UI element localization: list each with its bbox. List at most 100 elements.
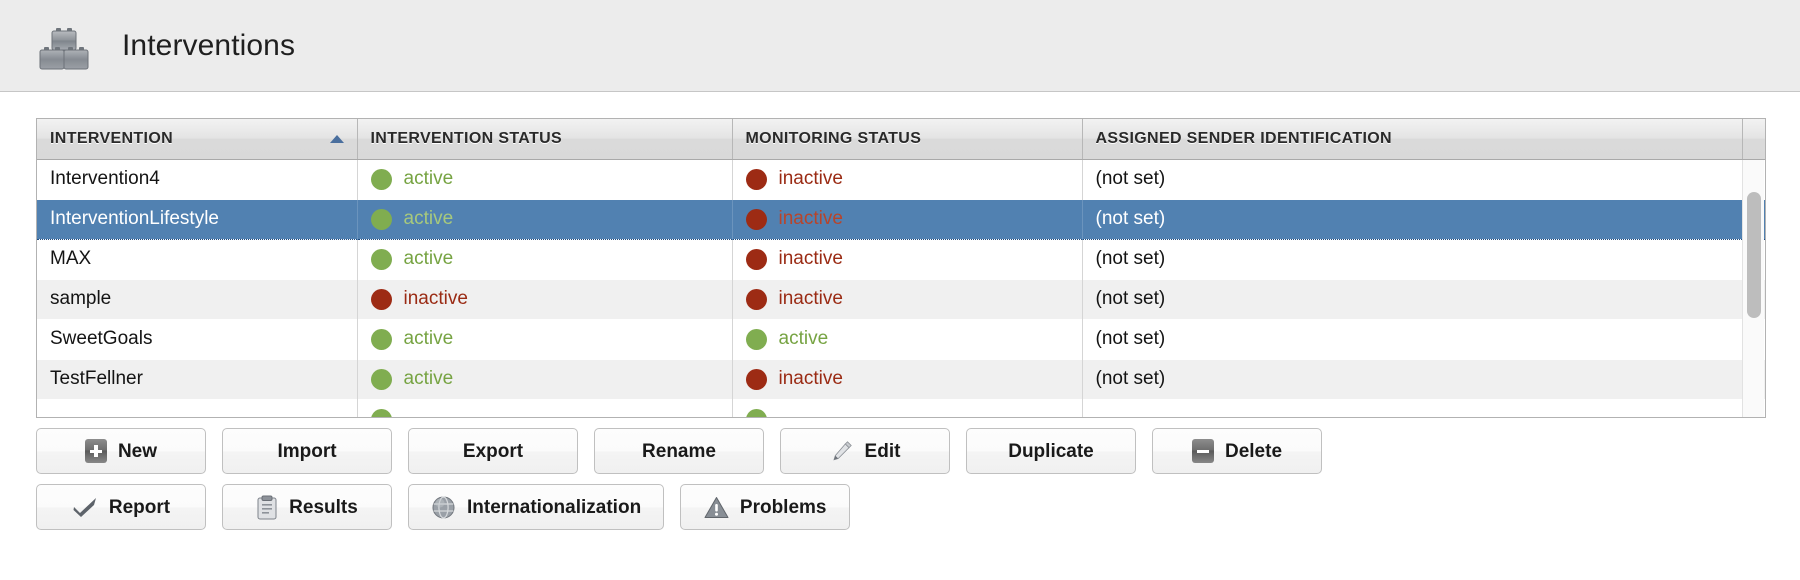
table-vertical-scrollbar[interactable] xyxy=(1742,160,1764,417)
cell-monitoring-status: inactive xyxy=(732,279,1082,319)
blocks-icon xyxy=(36,20,92,72)
cell-assigned-sender-identification: (not set) xyxy=(1082,359,1742,399)
button-label: Report xyxy=(109,498,170,517)
import-button[interactable]: Import xyxy=(222,428,392,474)
cell-intervention-status: active xyxy=(357,239,732,279)
cell-intervention: MAX xyxy=(37,239,357,279)
status-dot-icon xyxy=(746,329,767,350)
edit-button[interactable]: Edit xyxy=(780,428,950,474)
status-label: active xyxy=(404,328,454,350)
page-title: Interventions xyxy=(122,31,295,61)
cell-monitoring-status: inactive xyxy=(732,159,1082,199)
status-indicator: active xyxy=(371,200,732,239)
column-header-label: MONITORING STATUS xyxy=(746,130,922,147)
status-label: inactive xyxy=(779,368,843,390)
cell-monitoring-status xyxy=(732,399,1082,418)
export-button[interactable]: Export xyxy=(408,428,578,474)
status-label: inactive xyxy=(404,288,468,310)
status-label: inactive xyxy=(779,248,843,270)
status-indicator: inactive xyxy=(746,360,1082,399)
table-row[interactable]: TestFellner active inactive (not set) xyxy=(37,359,1765,399)
button-label: Delete xyxy=(1225,442,1282,461)
cell-intervention: SweetGoals xyxy=(37,319,357,359)
status-dot-icon xyxy=(371,169,392,190)
duplicate-button[interactable]: Duplicate xyxy=(966,428,1136,474)
button-label: Problems xyxy=(740,498,827,517)
status-indicator: inactive xyxy=(371,280,732,319)
cell-intervention xyxy=(37,399,357,418)
cell-intervention: sample xyxy=(37,279,357,319)
interventions-table: INTERVENTION INTERVENTION STATUS MONITOR… xyxy=(37,119,1766,418)
column-header-intervention[interactable]: INTERVENTION xyxy=(37,119,357,159)
status-dot-icon xyxy=(746,209,767,230)
warning-triangle-icon xyxy=(704,496,729,519)
status-indicator: inactive xyxy=(746,280,1082,319)
table-header-row: INTERVENTION INTERVENTION STATUS MONITOR… xyxy=(37,119,1765,159)
button-label: Rename xyxy=(642,442,716,461)
cell-monitoring-status: inactive xyxy=(732,359,1082,399)
status-label: active xyxy=(779,328,829,350)
checkmark-icon xyxy=(72,496,98,518)
status-indicator: active xyxy=(371,240,732,279)
cell-intervention-status: active xyxy=(357,159,732,199)
action-button-row-secondary: Report Results Internationalization Problem… xyxy=(36,484,866,530)
cell-intervention-status: active xyxy=(357,319,732,359)
status-indicator xyxy=(746,400,1082,419)
status-indicator: inactive xyxy=(746,160,1082,199)
status-label: inactive xyxy=(779,208,843,230)
cell-monitoring-status: inactive xyxy=(732,199,1082,239)
clipboard-icon xyxy=(256,495,278,520)
cell-assigned-sender-identification: (not set) xyxy=(1082,319,1742,359)
status-dot-icon xyxy=(371,369,392,390)
cell-intervention-status xyxy=(357,399,732,418)
status-indicator: active xyxy=(746,320,1082,359)
cell-assigned-sender-identification: (not set) xyxy=(1082,239,1742,279)
status-label: active xyxy=(404,248,454,270)
button-label: New xyxy=(118,442,157,461)
status-indicator: inactive xyxy=(746,200,1082,239)
button-label: Export xyxy=(463,442,523,461)
delete-button[interactable]: Delete xyxy=(1152,428,1322,474)
cell-monitoring-status: inactive xyxy=(732,239,1082,279)
column-header-label: INTERVENTION STATUS xyxy=(371,130,563,147)
results-button[interactable]: Results xyxy=(222,484,392,530)
status-dot-icon xyxy=(371,249,392,270)
cell-intervention-status: inactive xyxy=(357,279,732,319)
table-row[interactable]: sample inactive inactive (not set) xyxy=(37,279,1765,319)
column-header-intervention-status[interactable]: INTERVENTION STATUS xyxy=(357,119,732,159)
column-header-assigned-sender-identification[interactable]: ASSIGNED SENDER IDENTIFICATION xyxy=(1082,119,1742,159)
problems-button[interactable]: Problems xyxy=(680,484,850,530)
table-row[interactable]: MAX active inactive (not set) xyxy=(37,239,1765,279)
column-header-spacer xyxy=(1742,119,1765,159)
column-header-label: INTERVENTION xyxy=(50,130,173,147)
cell-monitoring-status: active xyxy=(732,319,1082,359)
status-dot-icon xyxy=(746,369,767,390)
cell-assigned-sender-identification: (not set) xyxy=(1082,199,1742,239)
cell-assigned-sender-identification: (not set) xyxy=(1082,279,1742,319)
table-row[interactable]: InterventionLifestyleactiveinactive(not … xyxy=(37,199,1765,239)
table-row[interactable]: Intervention4activeinactive(not set) xyxy=(37,159,1765,199)
scrollbar-thumb[interactable] xyxy=(1747,192,1761,318)
status-label: inactive xyxy=(779,288,843,310)
table-body: Intervention4activeinactive(not set)Inte… xyxy=(37,159,1765,418)
cell-intervention: TestFellner xyxy=(37,359,357,399)
button-label: Duplicate xyxy=(1008,442,1094,461)
status-dot-icon xyxy=(746,409,767,419)
report-button[interactable]: Report xyxy=(36,484,206,530)
status-indicator: active xyxy=(371,320,732,359)
status-indicator xyxy=(371,400,732,419)
column-header-monitoring-status[interactable]: MONITORING STATUS xyxy=(732,119,1082,159)
page-header: Interventions xyxy=(0,0,1800,92)
button-label: Import xyxy=(277,442,336,461)
status-indicator: active xyxy=(371,360,732,399)
status-dot-icon xyxy=(746,249,767,270)
table-row[interactable]: SweetGoals active active (not set) xyxy=(37,319,1765,359)
cell-assigned-sender-identification: (not set) xyxy=(1082,159,1742,199)
rename-button[interactable]: Rename xyxy=(594,428,764,474)
table-row[interactable] xyxy=(37,399,1765,418)
column-header-label: ASSIGNED SENDER IDENTIFICATION xyxy=(1096,130,1392,147)
button-label: Internationalization xyxy=(467,498,641,517)
new-button[interactable]: New xyxy=(36,428,206,474)
button-label: Results xyxy=(289,498,358,517)
internationalization-button[interactable]: Internationalization xyxy=(408,484,664,530)
